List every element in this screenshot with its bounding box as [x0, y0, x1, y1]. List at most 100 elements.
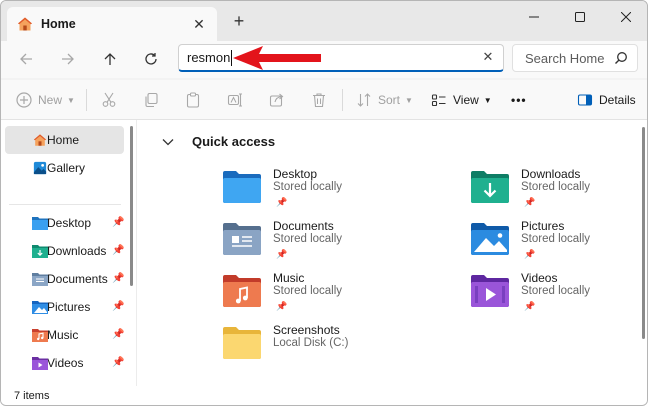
paste-icon [186, 92, 200, 108]
folder-tile-videos[interactable]: Videos Stored locally 📌 [471, 271, 647, 319]
search-box[interactable]: Search Home [512, 44, 638, 72]
file-explorer-window: Home ✕ + resmon ✕ Search Home New ▼ Sort… [0, 0, 648, 406]
sidebar-item-documents[interactable]: Documents 📌 [5, 265, 124, 293]
documents-folder-icon [223, 223, 261, 255]
clear-icon[interactable]: ✕ [481, 50, 495, 64]
up-button[interactable] [96, 47, 124, 71]
chevron-down-icon [162, 138, 174, 145]
sidebar-item-desktop[interactable]: Desktop 📌 [5, 209, 124, 237]
tile-location: Stored locally [521, 181, 591, 193]
copy-icon [145, 92, 158, 108]
tile-name: Desktop [273, 167, 318, 181]
tile-location: Local Disk (C:) [273, 337, 349, 349]
quick-access-header[interactable]: Quick access [162, 134, 275, 149]
arrow-left-icon [20, 53, 32, 65]
sidebar-item-pictures[interactable]: Pictures 📌 [5, 293, 124, 321]
new-tab-icon[interactable]: + [230, 12, 248, 30]
sidebar-item-downloads[interactable]: Downloads 📌 [5, 237, 124, 265]
section-title: Quick access [192, 134, 276, 149]
details-pane-icon [577, 94, 593, 106]
refresh-button[interactable] [137, 47, 165, 71]
toolbar-divider [86, 89, 87, 111]
sidebar-item-label: Documents [47, 272, 108, 286]
music-folder-icon [223, 275, 261, 307]
main-body: Home Gallery Desktop 📌 Downloads 📌 Docum… [1, 120, 647, 386]
sidebar-item-music[interactable]: Music 📌 [5, 321, 124, 349]
more-options-button[interactable]: ••• [511, 88, 527, 112]
sort-button[interactable]: Sort ▼ [356, 88, 413, 112]
cut-button[interactable] [101, 88, 117, 112]
tile-name: Documents [273, 219, 334, 233]
status-bar: 7 items [1, 386, 647, 405]
window-controls [511, 1, 647, 33]
desktop-folder-icon [32, 217, 48, 230]
copy-button[interactable] [143, 88, 159, 112]
search-placeholder: Search Home [525, 50, 605, 66]
sidebar-item-label: Videos [47, 356, 84, 370]
sidebar-item-videos[interactable]: Videos 📌 [5, 349, 124, 377]
folder-tile-documents[interactable]: Documents Stored locally 📌 [223, 219, 443, 267]
rename-icon [227, 93, 242, 107]
tile-name: Screenshots [273, 323, 340, 337]
rename-button[interactable] [227, 88, 243, 112]
view-label: View [453, 93, 479, 107]
sidebar-item-gallery[interactable]: Gallery [5, 154, 124, 182]
pin-icon: 📌 [112, 245, 125, 256]
content-scrollbar[interactable] [642, 127, 645, 339]
pin-icon: 📌 [524, 249, 536, 259]
close-tab-icon[interactable]: ✕ [191, 16, 207, 32]
desktop-folder-icon [223, 171, 261, 203]
item-count: 7 items [14, 390, 50, 402]
close-icon [621, 12, 631, 22]
tile-location: Stored locally [273, 285, 343, 297]
address-bar-input[interactable]: resmon ✕ [178, 44, 504, 72]
details-button[interactable]: Details [577, 88, 636, 112]
pin-icon: 📌 [276, 249, 288, 259]
minimize-button[interactable] [511, 1, 557, 33]
tile-location: Stored locally [521, 233, 591, 245]
maximize-icon [575, 12, 585, 22]
paste-button[interactable] [185, 88, 201, 112]
folder-tile-downloads[interactable]: Downloads Stored locally 📌 [471, 167, 647, 215]
refresh-icon [145, 53, 157, 65]
more-icon: ••• [511, 93, 527, 107]
pin-icon: 📌 [112, 329, 125, 340]
command-bar: New ▼ Sort ▼ View ▼ ••• Details [1, 80, 647, 120]
maximize-button[interactable] [557, 1, 603, 33]
sidebar-scrollbar[interactable] [130, 126, 133, 286]
pin-icon: 📌 [112, 217, 125, 228]
folder-tile-screenshots[interactable]: Screenshots Local Disk (C:) [223, 323, 443, 371]
pictures-folder-icon [471, 223, 509, 255]
sidebar-item-home[interactable]: Home [5, 126, 124, 154]
music-folder-icon [32, 329, 48, 342]
view-button[interactable]: View ▼ [431, 88, 492, 112]
documents-folder-icon [32, 273, 48, 286]
videos-folder-icon [471, 275, 509, 307]
close-window-button[interactable] [603, 1, 647, 33]
share-button[interactable] [269, 88, 285, 112]
new-label: New [38, 93, 63, 107]
folder-tile-music[interactable]: Music Stored locally 📌 [223, 271, 443, 319]
forward-button[interactable] [54, 47, 82, 71]
sidebar-item-label: Pictures [47, 300, 91, 314]
folder-tile-pictures[interactable]: Pictures Stored locally 📌 [471, 219, 647, 267]
new-button[interactable]: New ▼ [16, 88, 75, 112]
toolbar-divider [342, 89, 343, 111]
cut-icon [102, 92, 116, 107]
tab-home[interactable]: Home ✕ [7, 7, 217, 41]
details-label: Details [599, 93, 636, 107]
tile-location: Stored locally [521, 285, 591, 297]
back-button[interactable] [12, 47, 40, 71]
sidebar-item-label: Home [47, 133, 80, 147]
screenshots-folder-icon [223, 327, 261, 359]
folder-tile-desktop[interactable]: Desktop Stored locally 📌 [223, 167, 443, 215]
home-icon [18, 17, 32, 31]
address-text: resmon [187, 50, 231, 65]
arrow-right-icon [62, 53, 74, 65]
view-icon [431, 94, 446, 107]
pin-icon: 📌 [276, 197, 288, 207]
sidebar-item-label: Gallery [47, 161, 86, 175]
delete-button[interactable] [311, 88, 327, 112]
home-icon [33, 134, 47, 146]
sort-icon [357, 93, 371, 107]
